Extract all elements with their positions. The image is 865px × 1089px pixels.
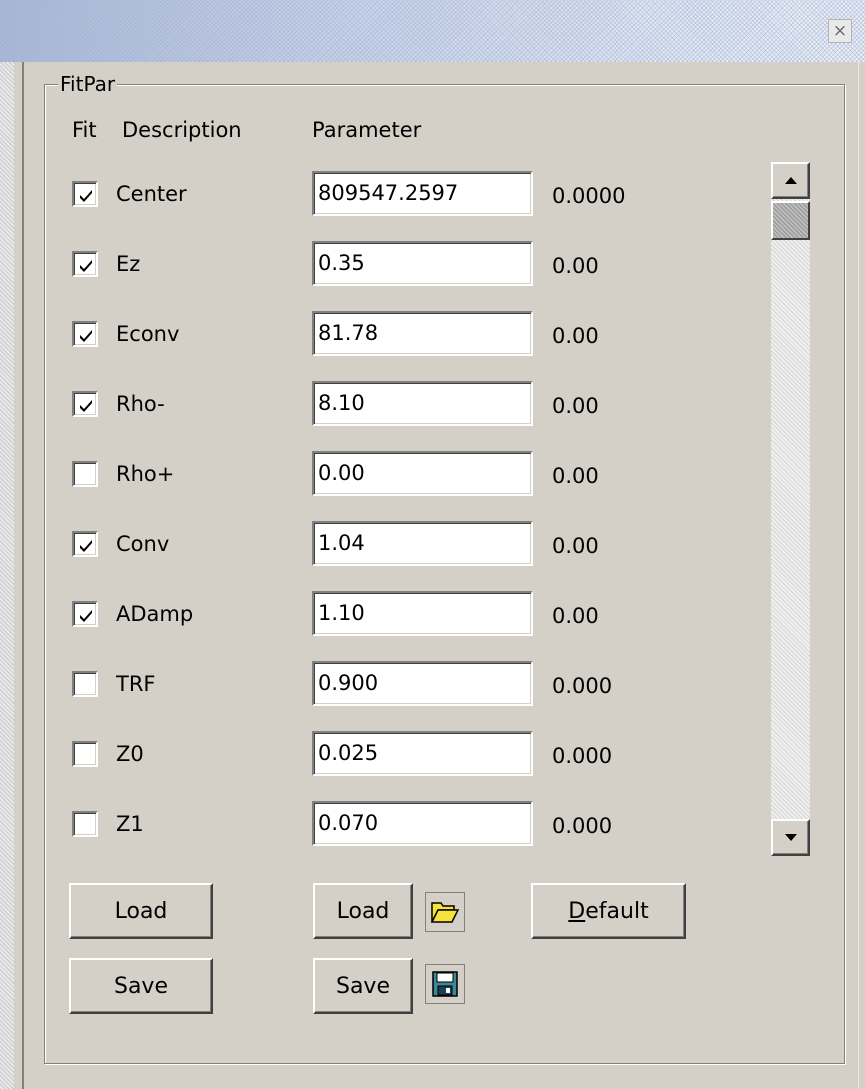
checkmark-icon (80, 400, 92, 412)
parameter-error: 0.000 (552, 674, 613, 698)
scrollbar-thumb[interactable] (771, 201, 810, 240)
open-file-button[interactable] (425, 892, 465, 932)
parameter-error: 0.00 (552, 324, 599, 348)
parameter-error: 0.00 (552, 394, 599, 418)
parameter-error: 0.00 (552, 604, 599, 628)
close-icon: × (832, 20, 848, 41)
title-bar[interactable]: × (0, 0, 865, 62)
fit-checkbox[interactable] (72, 531, 98, 557)
parameter-value-field[interactable]: 1.04 (312, 521, 533, 566)
default-label: Default (568, 898, 649, 924)
parameter-row: Z0 0.025 0.000 (0, 725, 865, 785)
parameter-description: TRF (116, 672, 156, 696)
parameter-row: Center 809547.2597 0.0000 (0, 165, 865, 225)
parameter-error: 0.000 (552, 814, 613, 838)
floppy-disk-icon (432, 971, 458, 997)
scroll-down-arrow-icon (784, 834, 797, 841)
fit-checkbox[interactable] (72, 461, 98, 487)
fit-checkbox[interactable] (72, 391, 98, 417)
default-button[interactable]: Default (531, 883, 686, 939)
save-file-button[interactable] (425, 964, 465, 1004)
parameter-description: Z1 (116, 812, 144, 836)
parameter-error: 0.000 (552, 744, 613, 768)
fit-checkbox[interactable] (72, 181, 98, 207)
param-load-label: Load (336, 898, 390, 924)
parameter-description: Ez (116, 252, 141, 276)
fit-save-label: Save (113, 973, 168, 999)
parameter-row: ADamp 1.10 0.00 (0, 585, 865, 645)
header-description: Description (122, 118, 242, 142)
fit-save-button[interactable]: Save (69, 958, 213, 1014)
parameter-value-field[interactable]: 81.78 (312, 311, 533, 356)
fit-checkbox[interactable] (72, 671, 98, 697)
fit-load-button[interactable]: Load (69, 883, 213, 939)
parameter-row: Z1 0.070 0.000 (0, 795, 865, 855)
parameter-description: Z0 (116, 742, 144, 766)
fit-load-label: Load (114, 898, 168, 924)
scroll-up-arrow-icon (784, 177, 797, 184)
checkmark-icon (80, 260, 92, 272)
parameter-error: 0.00 (552, 254, 599, 278)
fit-checkbox[interactable] (72, 251, 98, 277)
parameter-value-field[interactable]: 0.025 (312, 731, 533, 776)
parameter-description: Conv (116, 532, 170, 556)
parameter-description: Rho+ (116, 462, 175, 486)
parameter-row: Econv 81.78 0.00 (0, 305, 865, 365)
parameter-value-field[interactable]: 0.900 (312, 661, 533, 706)
checkmark-icon (80, 610, 92, 622)
parameter-row: TRF 0.900 0.000 (0, 655, 865, 715)
parameter-row: Rho+ 0.00 0.00 (0, 445, 865, 505)
parameter-value-field[interactable]: 0.00 (312, 451, 533, 496)
scroll-up-button[interactable] (771, 162, 810, 199)
param-save-button[interactable]: Save (313, 958, 413, 1014)
checkmark-icon (80, 330, 92, 342)
param-save-label: Save (335, 973, 390, 999)
open-folder-icon (430, 902, 460, 923)
parameter-value-field[interactable]: 8.10 (312, 381, 533, 426)
parameter-error: 0.00 (552, 534, 599, 558)
fit-checkbox[interactable] (72, 811, 98, 837)
parameter-error: 0.0000 (552, 184, 626, 208)
param-load-button[interactable]: Load (313, 883, 413, 939)
fit-checkbox[interactable] (72, 601, 98, 627)
close-button[interactable]: × (828, 19, 852, 43)
header-parameter: Parameter (312, 118, 422, 142)
fit-checkbox[interactable] (72, 321, 98, 347)
parameter-description: ADamp (116, 602, 194, 626)
parameter-row: Conv 1.04 0.00 (0, 515, 865, 575)
parameter-value-field[interactable]: 809547.2597 (312, 171, 533, 216)
parameter-value-field[interactable]: 0.35 (312, 241, 533, 286)
groupbox-title: FitPar (58, 72, 118, 96)
parameter-value-field[interactable]: 1.10 (312, 591, 533, 636)
parameter-row: Rho- 8.10 0.00 (0, 375, 865, 435)
fit-checkbox[interactable] (72, 741, 98, 767)
header-fit: Fit (72, 118, 97, 142)
parameter-description: Center (116, 182, 187, 206)
parameter-description: Rho- (116, 392, 165, 416)
checkmark-icon (80, 540, 92, 552)
parameter-row: Ez 0.35 0.00 (0, 235, 865, 295)
parameter-description: Econv (116, 322, 180, 346)
scroll-down-button[interactable] (771, 819, 810, 856)
checkmark-icon (80, 190, 92, 202)
parameter-value-field[interactable]: 0.070 (312, 801, 533, 846)
parameter-error: 0.00 (552, 464, 599, 488)
vertical-scrollbar[interactable] (771, 162, 810, 856)
